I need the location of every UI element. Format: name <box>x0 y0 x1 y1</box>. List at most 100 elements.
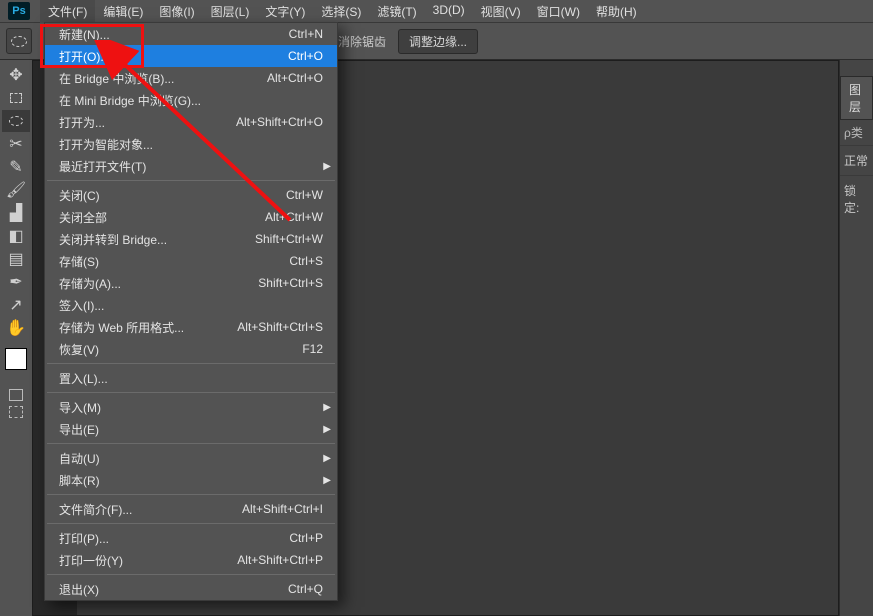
eraser-tool-icon[interactable]: ◧ <box>2 225 30 247</box>
menu-item-label: 打开(O)... <box>59 48 110 65</box>
menu-item-shortcut: Ctrl+W <box>286 188 323 202</box>
menu-item-label: 新建(N)... <box>59 26 110 43</box>
menu-item-label: 关闭全部 <box>59 209 107 226</box>
menu-item-label: 关闭(C) <box>59 187 100 204</box>
menu-item[interactable]: 关闭并转到 Bridge...Shift+Ctrl+W <box>45 228 337 250</box>
menu-item-shortcut: Ctrl+Q <box>288 582 323 596</box>
menu-item-shortcut: Ctrl+P <box>289 531 323 545</box>
refine-edge-button[interactable]: 调整边缘... <box>398 29 478 54</box>
menu-separator <box>47 443 335 444</box>
marquee-tool-icon[interactable] <box>2 87 30 109</box>
lasso-tool-icon[interactable] <box>2 110 30 132</box>
menu-item-label: 打印一份(Y) <box>59 552 123 569</box>
panels: 图层 ρ 类 正常 锁定: <box>839 60 873 616</box>
menu-编辑[interactable]: 编辑(E) <box>95 0 151 23</box>
quickmask-icon[interactable] <box>9 389 23 401</box>
stamp-tool-icon[interactable]: ▟ <box>2 202 30 224</box>
menu-图像[interactable]: 图像(I) <box>151 0 202 23</box>
menu-separator <box>47 392 335 393</box>
path-tool-icon[interactable]: ↗ <box>2 294 30 316</box>
menu-item[interactable]: 导入(M) ▶ <box>45 396 337 418</box>
menu-item[interactable]: 存储为 Web 所用格式...Alt+Shift+Ctrl+S <box>45 316 337 338</box>
menu-item-label: 脚本(R) <box>59 472 100 489</box>
menu-item[interactable]: 退出(X)Ctrl+Q <box>45 578 337 600</box>
menu-滤镜[interactable]: 滤镜(T) <box>369 0 424 23</box>
menu-文字[interactable]: 文字(Y) <box>257 0 313 23</box>
menu-item[interactable]: 导出(E) ▶ <box>45 418 337 440</box>
tool-preset-icon[interactable] <box>6 28 32 54</box>
layer-filter[interactable]: ρ 类 <box>840 120 873 145</box>
submenu-arrow-icon: ▶ <box>323 402 331 413</box>
menu-item[interactable]: 打开为智能对象... <box>45 133 337 155</box>
menu-item[interactable]: 打印一份(Y)Alt+Shift+Ctrl+P <box>45 549 337 571</box>
menu-item-label: 打印(P)... <box>59 530 109 547</box>
menu-item-shortcut: F12 <box>302 342 323 356</box>
anti-alias-label: 消除锯齿 <box>338 33 386 50</box>
menu-窗口[interactable]: 窗口(W) <box>529 0 588 23</box>
menu-文件[interactable]: 文件(F) <box>40 0 95 23</box>
menu-item[interactable]: 自动(U) ▶ <box>45 447 337 469</box>
submenu-arrow-icon: ▶ <box>323 424 331 435</box>
menu-item-label: 打开为智能对象... <box>59 136 153 153</box>
menu-item-label: 置入(L)... <box>59 370 108 387</box>
menu-item[interactable]: 恢复(V) F12 <box>45 338 337 360</box>
menu-item[interactable]: 在 Bridge 中浏览(B)...Alt+Ctrl+O <box>45 67 337 89</box>
menu-item[interactable]: 最近打开文件(T) ▶ <box>45 155 337 177</box>
menu-item-shortcut: Alt+Ctrl+O <box>267 71 323 85</box>
blend-mode[interactable]: 正常 <box>840 145 873 175</box>
menu-item[interactable]: 脚本(R) ▶ <box>45 469 337 491</box>
menu-选择[interactable]: 选择(S) <box>313 0 369 23</box>
menu-item-shortcut: Alt+Shift+Ctrl+S <box>237 320 323 334</box>
menu-item-shortcut: Ctrl+S <box>289 254 323 268</box>
submenu-arrow-icon: ▶ <box>323 161 331 172</box>
menu-帮助[interactable]: 帮助(H) <box>588 0 645 23</box>
hand-tool-icon[interactable]: ✋ <box>2 317 30 339</box>
menu-3d[interactable]: 3D(D) <box>425 0 473 23</box>
app-logo: Ps <box>8 2 30 20</box>
menu-item[interactable]: 文件简介(F)... Alt+Shift+Ctrl+I <box>45 498 337 520</box>
menu-视图[interactable]: 视图(V) <box>473 0 529 23</box>
menu-item[interactable]: 打开(O)...Ctrl+O <box>45 45 337 67</box>
menu-item-label: 最近打开文件(T) <box>59 158 146 175</box>
gradient-tool-icon[interactable]: ▤ <box>2 248 30 270</box>
crop-tool-icon[interactable]: ✂ <box>2 133 30 155</box>
menu-item[interactable]: 关闭全部 Alt+Ctrl+W <box>45 206 337 228</box>
menu-item-label: 打开为... <box>59 114 105 131</box>
menu-item-label: 导入(M) <box>59 399 101 416</box>
submenu-arrow-icon: ▶ <box>323 475 331 486</box>
menu-item-shortcut: Alt+Ctrl+W <box>265 210 323 224</box>
eyedropper-tool-icon[interactable]: ✎ <box>2 156 30 178</box>
menu-item[interactable]: 关闭(C) Ctrl+W <box>45 184 337 206</box>
move-tool-icon[interactable]: ✥ <box>2 64 30 86</box>
menu-item-label: 关闭并转到 Bridge... <box>59 231 167 248</box>
menu-item[interactable]: 新建(N)... Ctrl+N <box>45 23 337 45</box>
pen-tool-icon[interactable]: ✒ <box>2 271 30 293</box>
screenmode-icon[interactable] <box>9 406 23 418</box>
menu-item-label: 签入(I)... <box>59 297 104 314</box>
lock-row: 锁定: <box>840 175 873 222</box>
menu-item-label: 存储(S) <box>59 253 99 270</box>
menu-item[interactable]: 置入(L)... <box>45 367 337 389</box>
menu-item[interactable]: 存储为(A)... Shift+Ctrl+S <box>45 272 337 294</box>
layers-panel-tab[interactable]: 图层 <box>840 76 873 120</box>
menu-item[interactable]: 打开为...Alt+Shift+Ctrl+O <box>45 111 337 133</box>
submenu-arrow-icon: ▶ <box>323 453 331 464</box>
menu-item-label: 自动(U) <box>59 450 100 467</box>
file-menu-dropdown: 新建(N)... Ctrl+N 打开(O)...Ctrl+O在 Bridge 中浏览… <box>44 22 338 601</box>
menu-item-label: 恢复(V) <box>59 341 99 358</box>
menu-item-shortcut: Ctrl+N <box>289 27 323 41</box>
menu-item-label: 存储为(A)... <box>59 275 121 292</box>
menu-图层[interactable]: 图层(L) <box>203 0 258 23</box>
menu-item-label: 导出(E) <box>59 421 99 438</box>
brush-tool-icon[interactable]: 🖌 <box>2 179 30 201</box>
menu-item-label: 文件简介(F)... <box>59 501 132 518</box>
color-swatch[interactable] <box>5 348 27 370</box>
menu-item-shortcut: Alt+Shift+Ctrl+I <box>242 502 323 516</box>
menu-item[interactable]: 打印(P)... Ctrl+P <box>45 527 337 549</box>
menu-item[interactable]: 签入(I)... <box>45 294 337 316</box>
lock-label: 锁定: <box>844 182 869 216</box>
menu-separator <box>47 363 335 364</box>
menu-item-shortcut: Shift+Ctrl+S <box>258 276 323 290</box>
menu-item[interactable]: 在 Mini Bridge 中浏览(G)... <box>45 89 337 111</box>
menu-item[interactable]: 存储(S) Ctrl+S <box>45 250 337 272</box>
